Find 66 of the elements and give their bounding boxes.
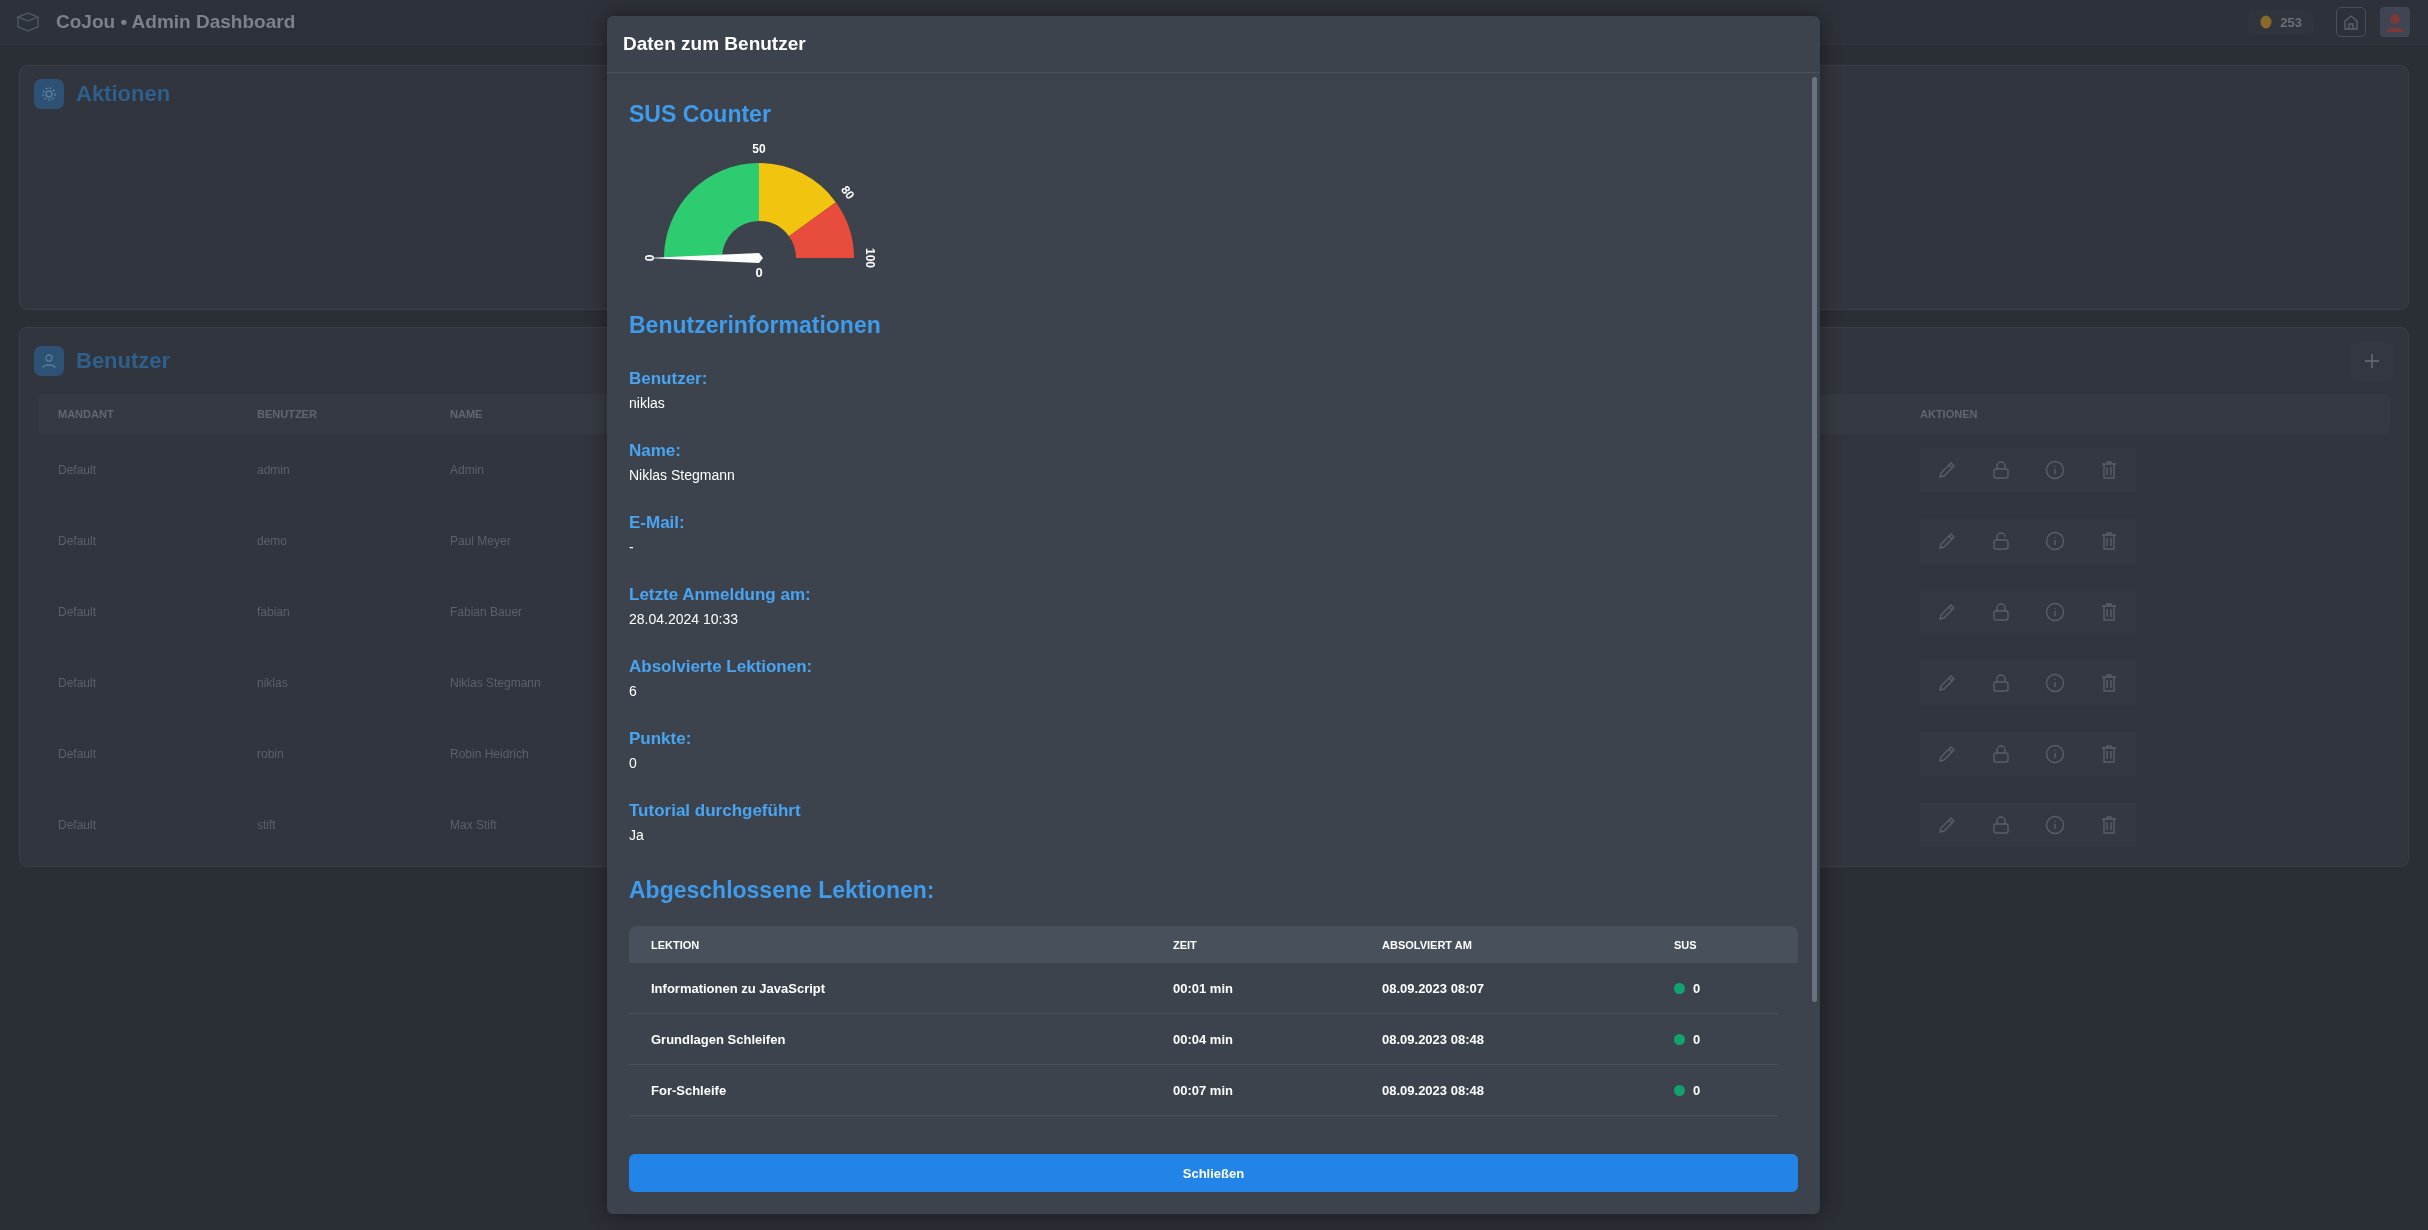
gauge-segment: [788, 202, 854, 258]
user-icon: [34, 346, 64, 376]
table-cell: 0: [1693, 980, 1701, 996]
app-title: CoJou • Admin Dashboard: [56, 11, 296, 33]
coin-icon: [2260, 15, 2273, 29]
section-heading: SUS Counter: [629, 101, 772, 128]
column-header: LEKTION: [651, 938, 700, 951]
avatar-icon: [2384, 11, 2406, 33]
table-cell: Grundlagen Schleifen: [651, 1031, 786, 1047]
dialog-title: Daten zum Benutzer: [623, 33, 806, 55]
column-header: SUS: [1674, 938, 1697, 951]
gauge-tick-label: 50: [752, 142, 766, 157]
scrollbar-thumb[interactable]: [1812, 77, 1817, 1002]
table-cell: For-Schleife: [651, 1082, 727, 1098]
gauge-value: 0: [755, 265, 763, 281]
info-icon: [2045, 530, 2065, 551]
card-title: Aktionen: [76, 81, 171, 107]
field-value: 6: [629, 683, 638, 699]
field-value: 0: [629, 755, 638, 771]
plus-icon: [2363, 352, 2381, 370]
trash-icon: [2099, 530, 2119, 551]
avatar[interactable]: [2380, 7, 2410, 37]
home-icon: [2343, 14, 2359, 30]
info-icon: [2045, 743, 2065, 764]
table-cell: 00:01 min: [1173, 980, 1233, 996]
table-cell: 08.09.2023 08:48: [1382, 1082, 1484, 1098]
logo-icon: [16, 11, 40, 33]
trash-icon: [2099, 814, 2119, 835]
table-cell: 0: [1693, 1031, 1701, 1047]
field-label: E-Mail:: [629, 513, 686, 533]
gauge-tick-label: 100: [862, 248, 877, 268]
field-label: Tutorial durchgeführt: [629, 801, 802, 821]
card-title: Benutzer: [76, 348, 171, 374]
table-cell: 00:07 min: [1173, 1082, 1233, 1098]
field-value: niklas: [629, 395, 666, 411]
table-cell: 08.09.2023 08:48: [1382, 1031, 1484, 1047]
section-heading: Abgeschlossene Lektionen:: [629, 877, 936, 904]
info-icon: [2045, 601, 2065, 622]
table-cell: 0: [1693, 1082, 1701, 1098]
field-label: Absolvierte Lektionen:: [629, 657, 814, 677]
gauge-tick-label: 0: [643, 254, 658, 262]
trash-icon: [2099, 672, 2119, 693]
info-icon: [2045, 814, 2065, 835]
info-icon: [2045, 672, 2065, 693]
field-value: -: [629, 539, 635, 555]
table-cell: 00:04 min: [1173, 1031, 1233, 1047]
trash-icon: [2099, 459, 2119, 480]
field-label: Punkte:: [629, 729, 693, 749]
column-header: ZEIT: [1173, 938, 1197, 951]
home-button[interactable]: [2336, 7, 2366, 37]
field-label: Name:: [629, 441, 682, 461]
trash-icon: [2099, 601, 2119, 622]
gauge-tick-label: 80: [838, 183, 858, 203]
close-button[interactable]: Schließen: [629, 1154, 1798, 1192]
section-heading: Benutzerinformationen: [629, 312, 882, 339]
field-value: Ja: [629, 827, 645, 843]
trash-icon: [2099, 743, 2119, 764]
info-icon: [2045, 459, 2065, 480]
field-label: Benutzer:: [629, 369, 709, 389]
field-label: Letzte Anmeldung am:: [629, 585, 812, 605]
field-value: 28.04.2024 10:33: [629, 611, 739, 627]
table-cell: 08.09.2023 08:07: [1382, 980, 1484, 996]
field-value: Niklas Stegmann: [629, 467, 736, 483]
table-cell: Informationen zu JavaScript: [651, 980, 826, 996]
gear-icon: [34, 79, 64, 109]
column-header: ABSOLVIERT AM: [1382, 938, 1472, 951]
